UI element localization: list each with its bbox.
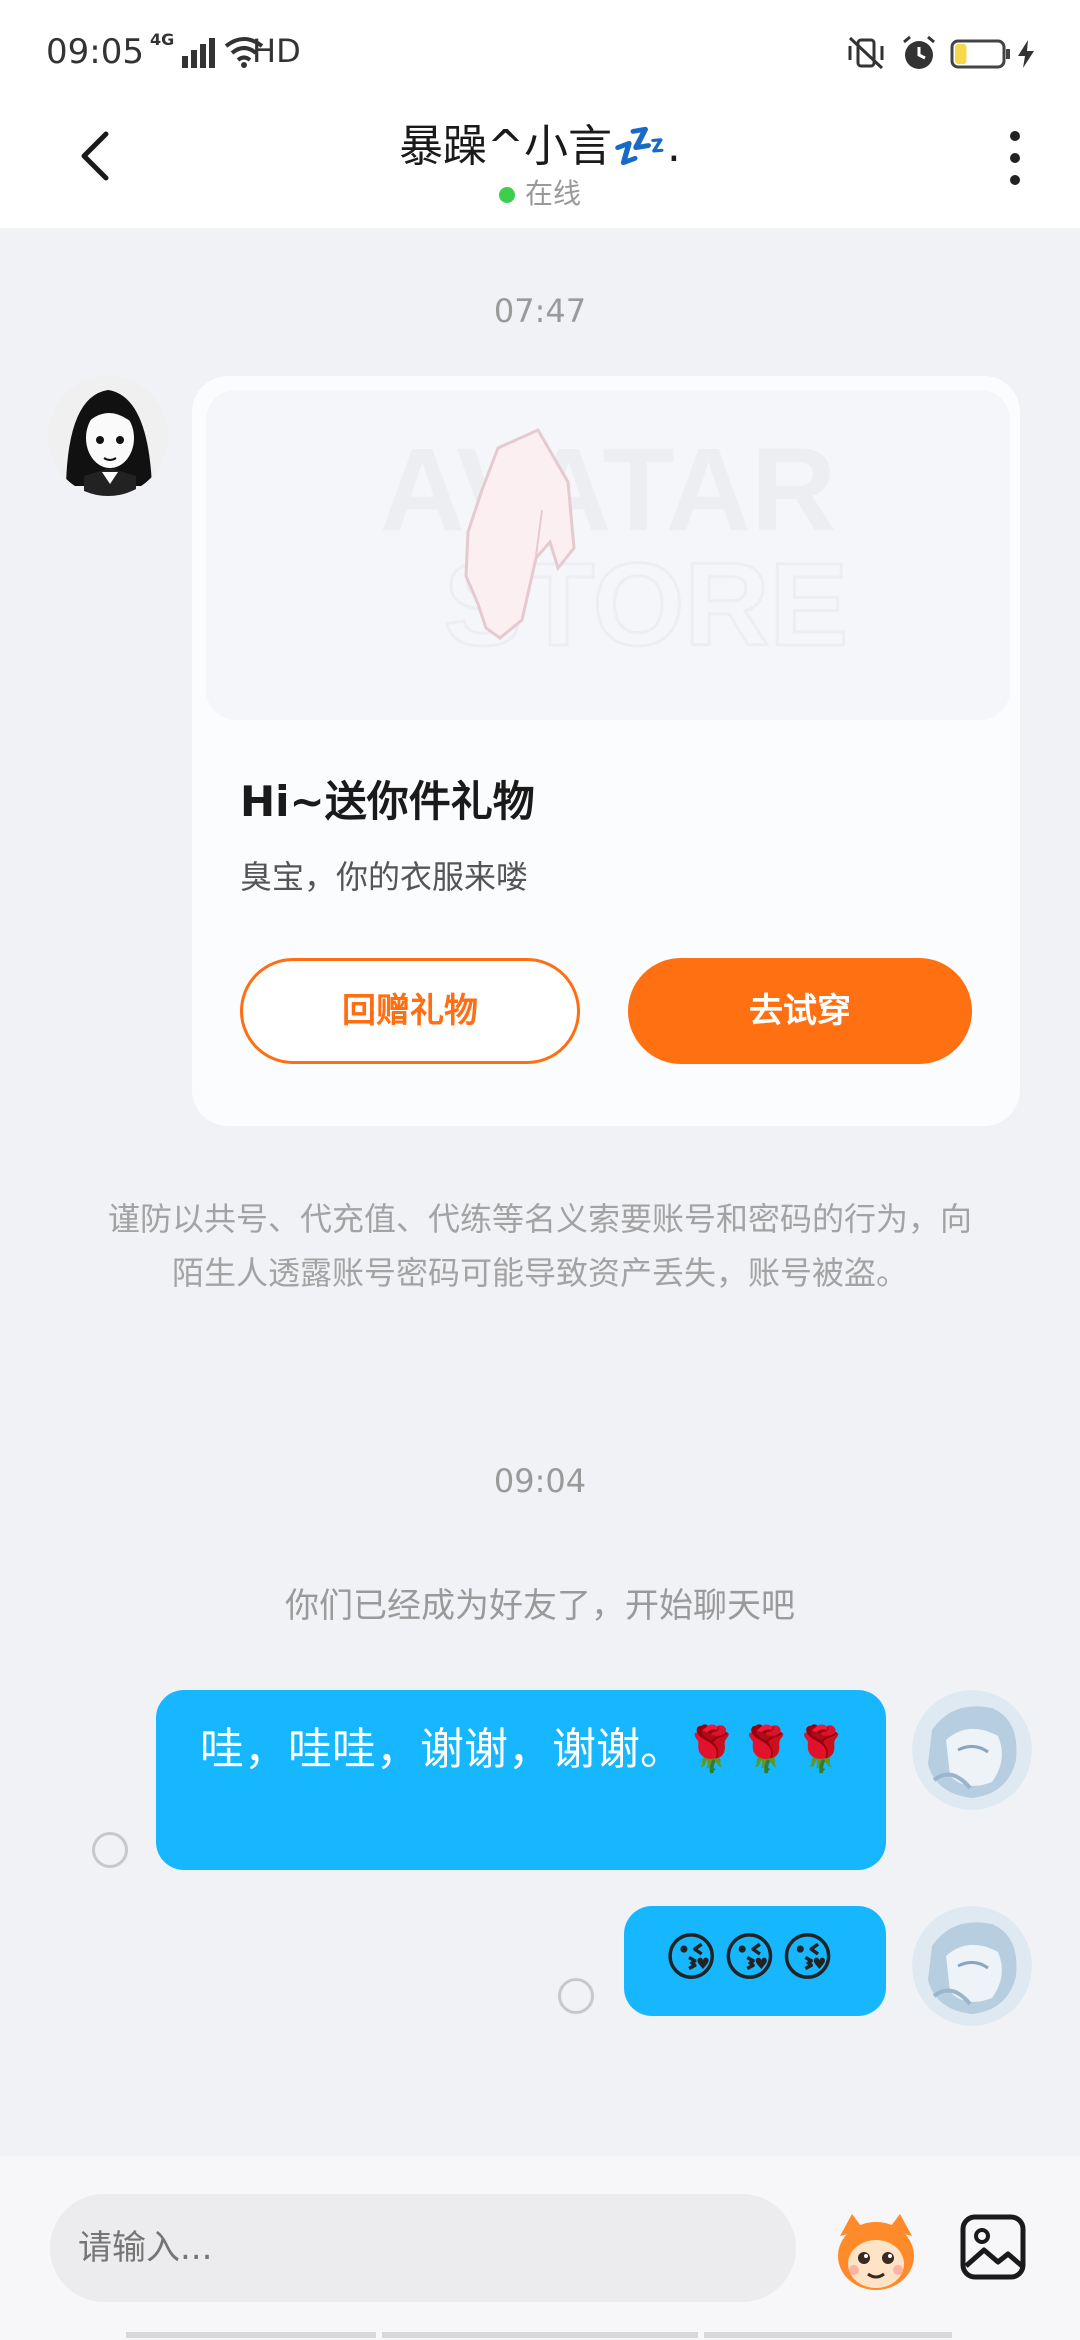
online-status: 在线 [0,172,1080,212]
more-options-icon[interactable] [1000,128,1030,188]
status-time: 09:05 [46,32,144,72]
store-watermark: AVATAR [380,424,837,556]
timestamp: 07:47 [493,292,587,330]
security-warning: 谨防以共号、代充值、代练等名义索要账号和密码的行为，向陌生人透露账号密码可能导致… [107,1200,972,1292]
emoji-mascot-icon[interactable] [830,2206,922,2296]
charging-icon [1018,40,1034,68]
message-text: 哇，哇哇，谢谢，谢谢。🌹🌹🌹 [200,1724,849,1775]
self-avatar[interactable] [912,1690,1032,1810]
signal-icon [182,38,215,68]
self-avatar[interactable] [912,1906,1032,2026]
image-picker-icon[interactable] [958,2212,1028,2282]
message-text: 😘😘😘 [664,1928,839,1988]
glove-illustration: AVATAR STORE [380,424,850,673]
network-type: 4G [150,30,175,49]
hd-indicator: HD [252,32,301,70]
timestamp: 09:04 [493,1462,587,1500]
gift-card-subtitle: 臭宝，你的衣服来喽 [240,858,529,896]
try-on-button[interactable]: 去试穿 [628,958,972,1064]
gift-image: AVATAR STORE [206,390,1010,720]
alarm-icon [903,35,935,69]
message-bubble[interactable] [156,1690,886,1870]
battery-icon [950,39,1010,69]
online-status-label: 在线 [524,177,581,210]
message-select-radio[interactable] [92,1832,128,1868]
online-dot-icon [498,187,515,203]
sender-avatar[interactable] [48,376,168,496]
contact-name: 暴躁^小言💤. [399,121,681,172]
keyboard-handle [704,2332,952,2338]
friend-added-notice: 你们已经成为好友了，开始聊天吧 [285,1586,795,1626]
gift-card-title: Hi~送你件礼物 [240,777,535,826]
keyboard-handle [126,2332,376,2338]
return-gift-button[interactable]: 回赠礼物 [240,958,580,1064]
keyboard-handle [382,2332,698,2338]
message-select-radio[interactable] [558,1978,594,2014]
message-input[interactable] [50,2194,796,2302]
vibrate-mute-icon [848,36,884,70]
